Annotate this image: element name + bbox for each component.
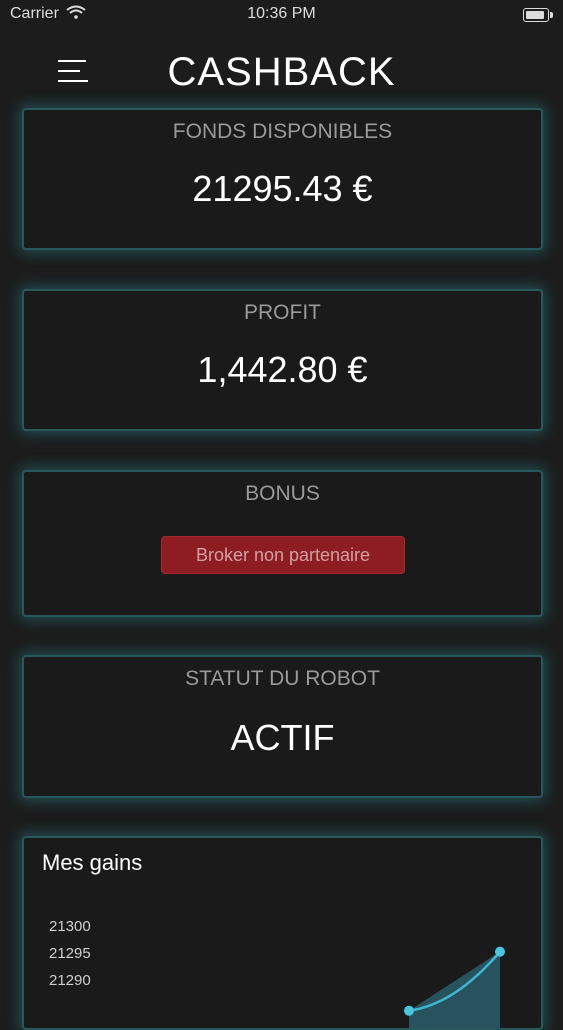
funds-card: FONDS DISPONIBLES 21295.43 € <box>22 108 543 250</box>
robot-status-card: STATUT DU ROBOT ACTIF <box>22 655 543 798</box>
gains-area <box>409 951 500 1028</box>
battery-icon <box>523 8 553 22</box>
gains-point <box>495 946 505 957</box>
bonus-card: BONUS Broker non partenaire <box>22 470 543 617</box>
page-title: CASHBACK <box>167 50 396 94</box>
profit-card: PROFIT 1,442.80 € <box>22 289 543 431</box>
robot-status-label: STATUT DU ROBOT <box>185 667 380 690</box>
robot-status-value: ACTIF <box>230 717 335 758</box>
profit-value: 1,442.80 € <box>197 349 368 390</box>
status-bar: Carrier 10:36 PM <box>0 0 563 30</box>
clock: 10:36 PM <box>247 5 316 22</box>
broker-status-badge[interactable]: Broker non partenaire <box>161 536 405 574</box>
funds-value: 21295.43 € <box>192 168 373 209</box>
gains-point <box>404 1005 414 1016</box>
gains-chart-card: Mes gains 21300 21295 21290 <box>22 836 543 1030</box>
bonus-label: BONUS <box>245 482 320 505</box>
funds-label: FONDS DISPONIBLES <box>172 120 393 143</box>
profit-label: PROFIT <box>244 301 321 324</box>
